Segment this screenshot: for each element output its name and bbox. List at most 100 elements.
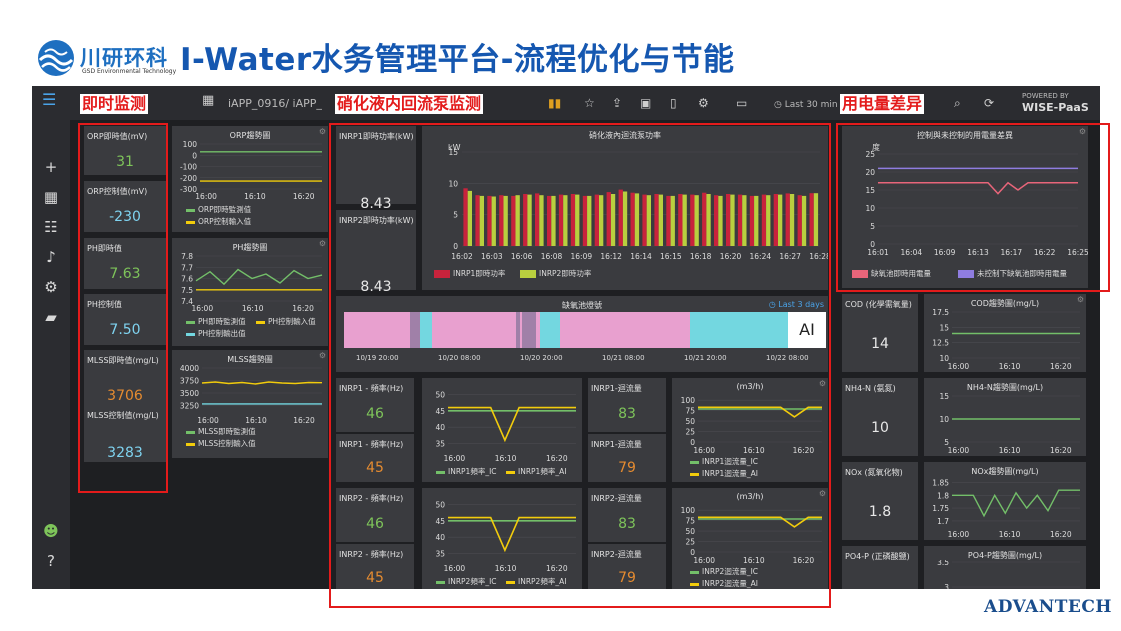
cod-trend-chart: 17.51512.51016:00 16:10 16:20 [932,308,1080,370]
x-tick-label: 16:20 [293,192,315,200]
mlss-trend-chart: 4000 3750 3500 3250 16:00 16:10 16:20 [180,364,323,424]
add-panel-icon[interactable]: ▮▮ [548,95,561,111]
x-tick-label: 16:10 [242,304,264,312]
powered-by-label: POWERED BY [1022,92,1069,100]
top-toolbar: ☰ ▦ iAPP_0916/ iAPP_ ▮▮ ☆ ⇪ ▣ ▯ ⚙ ▭ ◷ La… [32,86,1100,120]
y-tick-label: 100 [183,140,198,149]
y-tick-label: 3.5 [937,560,949,567]
share-icon[interactable]: ⇪ [612,95,622,111]
y-tick-label: 1.75 [932,504,949,513]
nox-value: 1.8 [868,504,892,520]
x-tick-label: 16:00 [191,304,213,312]
help-icon[interactable]: ? [42,552,60,570]
realtime-highlight-box [78,123,168,493]
user-avatar[interactable]: ☻ [42,522,60,540]
y-tick-label: 15 [939,392,949,401]
nox-trend-panel: NOx趨勢圖(mg/L) 1.85 1.8 1.75 1.7 16:00 16:10 16:… [924,462,1086,540]
nox-panel: NOx (氮氧化物) 1.8 [842,462,918,540]
star-icon[interactable]: ☆ [584,95,595,111]
nh4-trend-chart: 1510516:00 16:10 16:20 [939,392,1080,454]
ph-legend-1: PH即時監測值 [186,316,246,327]
y-tick-label: -200 [180,174,197,183]
wave-logo-icon [38,40,74,76]
config-gear-icon[interactable]: ⚙ [42,278,60,296]
save-icon[interactable]: ▣ [640,95,651,111]
orp-trend-panel: ⚙ ORP趨勢圖 100 0 -100 -200 -300 16:00 16:10 16:20… [172,126,328,232]
x-tick-label: 16:10 [244,192,266,200]
x-tick-label: 16:00 [195,192,217,200]
nh4-trend-panel: NH4-N趨勢圖(mg/L) 15 10 5 16:00 16:10 16:20 [924,378,1086,456]
x-tick-label: 16:20 [1050,362,1072,370]
settings-icon[interactable]: ⚙ [698,95,709,111]
time-range-label: Last 30 min [784,100,838,110]
y-tick-label: 4000 [180,364,199,373]
mlss-legend-2: MLSS控制輸入值 [186,438,256,449]
device-icon[interactable]: ▯ [670,95,677,111]
ph-legend-3: PH控制輸出值 [186,328,246,339]
docs-book-icon[interactable]: ▰ [42,308,60,326]
nox-label: NOx (氮氧化物) [845,468,903,477]
cod-label: COD (化學需氧量) [845,300,912,309]
nh4-label: NH4-N (氨氮) [845,384,896,393]
callout-pump: 硝化液内回流泵监测 [335,94,484,114]
ph-legend-2: PH控制輸入值 [256,316,316,327]
series-line [952,489,1080,518]
zoom-icon[interactable]: ⌕ [954,95,961,111]
x-tick-label: 16:00 [197,416,219,424]
y-tick-label: 3500 [180,389,199,398]
orp-trend-chart: 1000-100-200-30016:00 16:10 16:20 [180,140,322,200]
company-logo: 川研环科 GSD Environmental Technology [36,38,176,80]
x-tick-label: 16:10 [999,530,1021,538]
refresh-icon[interactable]: ⟳ [984,95,994,111]
series-line [201,381,323,385]
y-tick-label: 1.7 [937,517,949,526]
x-tick-label: 16:00 [948,446,970,454]
y-tick-label: 7.5 [181,286,193,295]
menu-icon[interactable]: ☰ [42,92,56,108]
nox-trend-chart: 1.85 1.8 1.75 1.7 16:00 16:10 16:20 [932,479,1080,538]
orp-legend-1: ORP即時監測值 [186,204,251,215]
y-tick-label: 10 [939,415,949,424]
y-tick-label: 1.8 [937,491,949,500]
y-tick-label: 17.5 [932,308,949,317]
x-tick-label: 16:10 [245,416,267,424]
dashboards-icon[interactable]: ▦ [42,188,60,206]
breadcrumb[interactable]: iAPP_0916/ iAPP_ [228,96,322,112]
x-tick-label: 16:20 [1050,446,1072,454]
po4-trend-panel: PO4-P趨勢圖(mg/L) 3.5 3 [924,546,1086,589]
y-tick-label: 3250 [180,402,199,411]
cod-trend-panel: ⚙ COD趨勢圖(mg/L) 17.5 15 12.5 10 16:00 16:10 16:… [924,294,1086,372]
x-tick-label: 16:00 [948,530,970,538]
explore-icon[interactable]: ☷ [42,218,60,236]
alerts-bell-icon[interactable]: ♪ [42,248,60,266]
x-tick-label: 16:20 [293,416,315,424]
y-tick-label: 7.6 [181,275,193,284]
power-highlight-box [836,123,1110,292]
x-tick-label: 16:20 [292,304,314,312]
x-tick-label: 16:10 [999,362,1021,370]
x-tick-label: 16:10 [999,446,1021,454]
mlss-legend-1: MLSS即時監測值 [186,426,256,437]
y-tick-label: 12.5 [932,339,949,348]
advantech-logo: ADVANTECH [984,597,1112,617]
logo-subtitle: GSD Environmental Technology [82,68,177,75]
time-range-picker[interactable]: ◷ Last 30 min [774,97,838,113]
mlss-trend-panel: ⚙ MLSS趨勢圖 4000 3750 3500 3250 16:00 16:10 16:2… [172,350,328,458]
x-tick-label: 16:00 [948,362,970,370]
ph-trend-panel: ⚙ PH趨勢圖 7.8 7.7 7.6 7.5 7.4 16:00 16:10 16:20 P… [172,238,328,346]
y-tick-label: 3 [944,583,949,589]
po4-panel: PO4-P (正磷酸鹽) [842,546,918,589]
dashboard-grid-icon[interactable]: ▦ [202,93,214,109]
add-icon[interactable]: + [42,158,60,176]
y-tick-label: 3750 [180,377,199,386]
y-tick-label: 7.7 [181,263,193,272]
monitor-icon[interactable]: ▭ [736,95,747,111]
pump-highlight-box [329,123,831,608]
nh4-value: 10 [871,420,889,436]
y-tick-label: -100 [180,163,197,172]
x-tick-label: 16:20 [1050,530,1072,538]
y-tick-label: 7.8 [181,252,193,261]
po4-label: PO4-P (正磷酸鹽) [845,552,910,561]
cod-value: 14 [871,336,889,352]
page-title: I-Water水务管理平台-流程优化与节能 [180,42,735,78]
